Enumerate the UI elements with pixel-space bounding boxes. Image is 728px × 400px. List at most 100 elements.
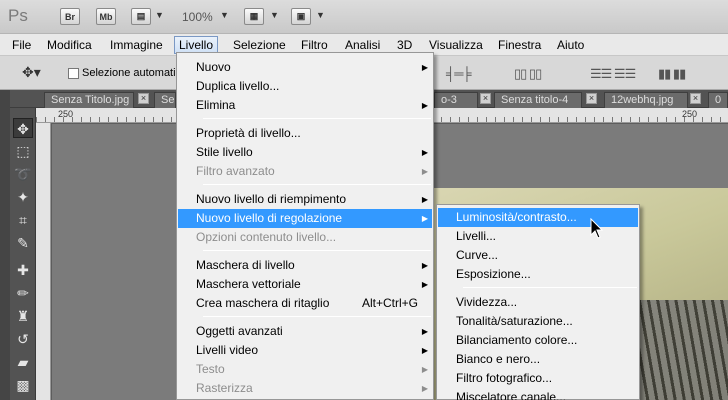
menu-item-rasterizza: Rasterizza ▶ xyxy=(178,379,432,398)
tab-document[interactable]: 0 xyxy=(708,92,728,108)
quick-selection-tool-icon[interactable]: ✦ xyxy=(13,187,33,207)
marquee-tool-icon[interactable]: ⬚ xyxy=(13,141,33,161)
adjustment-layer-submenu: Luminosità/contrasto... Livelli... Curve… xyxy=(436,204,640,400)
submenu-item-filtro-fotografico[interactable]: Filtro fotografico... xyxy=(438,369,638,388)
vertical-ruler xyxy=(36,123,51,400)
chevron-down-icon[interactable]: ▼ xyxy=(270,10,279,20)
align-icon[interactable]: ▯▯ ▯▯ xyxy=(514,66,542,82)
lasso-tool-icon[interactable]: ➰ xyxy=(13,164,33,184)
menu-item-nuovo[interactable]: Nuovo ▶ xyxy=(178,58,432,77)
submenu-item-miscelatore-canale[interactable]: Miscelatore canale... xyxy=(438,388,638,400)
menu-filtro[interactable]: Filtro xyxy=(301,38,328,52)
submenu-item-esposizione[interactable]: Esposizione... xyxy=(438,265,638,284)
submenu-arrow-icon: ▶ xyxy=(421,384,428,393)
auto-select-label: Selezione automatica xyxy=(82,67,188,79)
menu-item-stile-livello[interactable]: Stile livello ▶ xyxy=(178,143,432,162)
menu-finestra[interactable]: Finestra xyxy=(498,38,541,52)
submenu-arrow-icon: ▶ xyxy=(421,167,428,176)
close-icon[interactable]: × xyxy=(690,93,701,104)
submenu-item-tonalita-saturazione[interactable]: Tonalità/saturazione... xyxy=(438,312,638,331)
menu-separator xyxy=(203,184,431,185)
menu-separator xyxy=(203,316,431,317)
menu-item-maschera-livello[interactable]: Maschera di livello ▶ xyxy=(178,256,432,275)
submenu-arrow-icon: ▶ xyxy=(421,101,428,110)
menu-item-crea-maschera-ritaglio[interactable]: Crea maschera di ritaglio Alt+Ctrl+G xyxy=(178,294,432,313)
menu-separator xyxy=(203,250,431,251)
tab-document[interactable]: Senza Titolo.jpg xyxy=(44,92,134,108)
menu-item-maschera-vettoriale[interactable]: Maschera vettoriale ▶ xyxy=(178,275,432,294)
submenu-arrow-icon: ▶ xyxy=(421,365,428,374)
menu-analisi[interactable]: Analisi xyxy=(345,38,380,52)
tab-document[interactable]: o-3 xyxy=(434,92,478,108)
submenu-item-bilanciamento-colore[interactable]: Bilanciamento colore... xyxy=(438,331,638,350)
arrange-documents-icon[interactable]: ▦ xyxy=(244,8,264,25)
submenu-arrow-icon: ▶ xyxy=(421,148,428,157)
bridge-button[interactable]: Br xyxy=(60,8,80,25)
submenu-item-curve[interactable]: Curve... xyxy=(438,246,638,265)
tools-panel-grip[interactable] xyxy=(0,90,10,400)
submenu-item-bianco-nero[interactable]: Bianco e nero... xyxy=(438,350,638,369)
eraser-tool-icon[interactable]: ▰ xyxy=(13,352,33,372)
menu-item-nuovo-livello-riempimento[interactable]: Nuovo livello di riempimento ▶ xyxy=(178,190,432,209)
close-icon[interactable]: × xyxy=(138,93,149,104)
history-brush-tool-icon[interactable]: ↺ xyxy=(13,329,33,349)
submenu-arrow-icon: ▶ xyxy=(421,346,428,355)
chevron-down-icon[interactable]: ▼ xyxy=(316,10,325,20)
screen-mode-icon[interactable]: ▣ xyxy=(291,8,311,25)
minibridge-button[interactable]: Mb xyxy=(96,8,116,25)
menu-item-nuovo-livello-regolazione[interactable]: Nuovo livello di regolazione ▶ xyxy=(178,209,432,228)
close-icon[interactable]: × xyxy=(586,93,597,104)
menu-modifica[interactable]: Modifica xyxy=(47,38,92,52)
chevron-down-icon[interactable]: ▼ xyxy=(220,10,229,20)
menu-item-opzioni-contenuto: Opzioni contenuto livello... xyxy=(196,230,337,244)
menu-file[interactable]: File xyxy=(12,38,31,52)
image-detail xyxy=(628,300,728,400)
menu-immagine[interactable]: Immagine xyxy=(110,38,163,52)
submenu-arrow-icon: ▶ xyxy=(421,327,428,336)
submenu-item-vividezza[interactable]: Vividezza... xyxy=(438,293,638,312)
zoom-level[interactable]: 100% xyxy=(182,10,213,24)
photoshop-logo: Ps xyxy=(8,6,28,25)
move-tool-preset-icon[interactable]: ✥▾ xyxy=(22,64,41,81)
move-tool-icon[interactable]: ✥ xyxy=(13,118,33,138)
view-extras-icon[interactable]: ▤ xyxy=(131,8,151,25)
menu-3d[interactable]: 3D xyxy=(397,38,412,52)
distribute-icon[interactable]: ▮▮ ▮▮ xyxy=(658,66,686,82)
menu-item-livelli-video[interactable]: Livelli video ▶ xyxy=(178,341,432,360)
application-bar: Ps Br Mb ▤ ▼ 100% ▼ ▦ ▼ ▣ ▼ xyxy=(0,0,728,34)
menu-aiuto[interactable]: Aiuto xyxy=(557,38,584,52)
chevron-down-icon[interactable]: ▼ xyxy=(155,10,164,20)
brush-tool-icon[interactable]: ✏ xyxy=(13,283,33,303)
menu-item-proprieta-livello[interactable]: Proprietà di livello... xyxy=(178,124,432,143)
auto-select-checkbox[interactable] xyxy=(68,68,79,79)
submenu-arrow-icon: ▶ xyxy=(421,63,428,72)
menu-separator xyxy=(463,287,637,288)
submenu-arrow-icon: ▶ xyxy=(421,261,428,270)
crop-tool-icon[interactable]: ⌗ xyxy=(13,210,33,230)
shortcut-text: Alt+Ctrl+G xyxy=(361,296,418,310)
submenu-item-luminosita-contrasto[interactable]: Luminosità/contrasto... xyxy=(438,208,638,227)
clone-stamp-tool-icon[interactable]: ♜ xyxy=(13,306,33,326)
menu-item-oggetti-avanzati[interactable]: Oggetti avanzati ▶ xyxy=(178,322,432,341)
livello-menu: Nuovo ▶ Duplica livello... Elimina ▶ Propr… xyxy=(176,52,434,400)
healing-brush-tool-icon[interactable]: ✚ xyxy=(13,260,33,280)
submenu-arrow-icon: ▶ xyxy=(421,195,428,204)
submenu-arrow-icon: ▶ xyxy=(421,214,428,223)
menu-item-elimina[interactable]: Elimina ▶ xyxy=(178,96,432,115)
tab-document[interactable]: Senza titolo-4 xyxy=(494,92,582,108)
tab-document[interactable]: 12webhq.jpg xyxy=(604,92,688,108)
mouse-cursor-icon xyxy=(590,218,604,239)
submenu-item-livelli[interactable]: Livelli... xyxy=(438,227,638,246)
submenu-arrow-icon: ▶ xyxy=(421,280,428,289)
gradient-tool-icon[interactable]: ▩ xyxy=(13,375,33,395)
menu-selezione[interactable]: Selezione xyxy=(233,38,286,52)
eyedropper-tool-icon[interactable]: ✎ xyxy=(13,233,33,253)
tab-document[interactable]: Se xyxy=(154,92,176,108)
menu-item-filtro-avanzato: Filtro avanzato ▶ xyxy=(178,162,432,181)
menu-visualizza[interactable]: Visualizza xyxy=(429,38,483,52)
menu-item-duplica-livello[interactable]: Duplica livello... xyxy=(178,77,432,96)
close-icon[interactable]: × xyxy=(480,93,491,104)
align-icon[interactable]: ╡═╞ xyxy=(446,66,472,81)
menu-item-testo: Testo ▶ xyxy=(178,360,432,379)
distribute-icon[interactable]: ☰☰ ☰☰ xyxy=(590,66,636,82)
